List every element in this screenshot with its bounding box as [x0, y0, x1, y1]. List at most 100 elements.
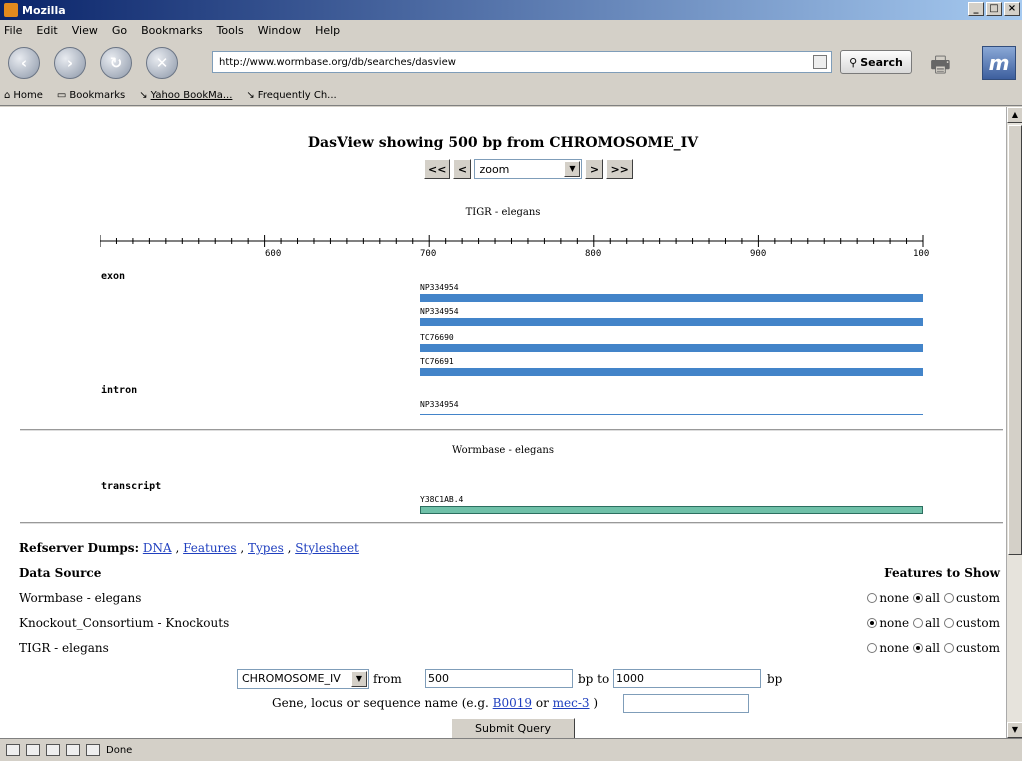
exon-bar[interactable]: [420, 318, 923, 326]
chevron-down-icon: ▼: [564, 161, 581, 177]
radio-button[interactable]: [913, 593, 924, 603]
exon-label: NP334954: [420, 283, 459, 292]
print-icon[interactable]: 🖶: [930, 48, 970, 78]
radio-all[interactable]: all: [913, 641, 940, 655]
zoom-select[interactable]: zoom ▼: [474, 159, 583, 179]
track-divider: [20, 522, 1003, 524]
source-name: Knockout_Consortium - Knockouts: [19, 616, 230, 630]
exon-label: NP334954: [420, 307, 459, 316]
radio-none[interactable]: none: [867, 641, 909, 655]
radio-button[interactable]: [867, 643, 878, 653]
submit-query-button[interactable]: Submit Query: [451, 718, 575, 738]
back-button[interactable]: ‹: [8, 47, 40, 79]
bookmark-bookmarks[interactable]: ▭ Bookmarks: [57, 90, 125, 101]
source-name: TIGR - elegans: [19, 641, 109, 655]
bookmark-frequently[interactable]: ↘ Frequently Ch...: [246, 90, 336, 101]
track-title-tigr: TIGR - elegans: [465, 207, 541, 218]
menu-window[interactable]: Window: [258, 24, 301, 37]
intron-line[interactable]: [420, 414, 923, 415]
radio-custom[interactable]: custom: [943, 641, 1000, 655]
exon-label: TC76690: [420, 333, 454, 342]
example-mec3-link[interactable]: mec-3: [553, 696, 590, 710]
radio-custom[interactable]: custom: [943, 591, 1000, 605]
radio-all[interactable]: all: [913, 591, 940, 605]
vertical-scrollbar[interactable]: ▲ ▼: [1006, 107, 1022, 738]
radio-button[interactable]: [943, 618, 954, 628]
scroll-thumb[interactable]: [1008, 125, 1022, 555]
intron-label: NP334954: [420, 400, 459, 409]
home-icon: ⌂: [4, 90, 11, 101]
exon-bar[interactable]: [420, 294, 923, 302]
forward-button[interactable]: ›: [54, 47, 86, 79]
to-input[interactable]: 1000: [613, 669, 761, 688]
menu-tools[interactable]: Tools: [217, 24, 244, 37]
menu-view[interactable]: View: [72, 24, 98, 37]
dump-types-link[interactable]: Types: [248, 541, 284, 555]
status-bar: Done: [0, 738, 1022, 761]
radio-button[interactable]: [913, 643, 924, 653]
bookmark-home[interactable]: ⌂ Home: [4, 90, 43, 101]
radio-button[interactable]: [943, 643, 954, 653]
mail-icon[interactable]: [26, 744, 40, 756]
pan-far-left-button[interactable]: <<: [424, 159, 451, 179]
scroll-down-icon[interactable]: ▼: [1007, 722, 1022, 738]
chromosome-select[interactable]: CHROMOSOME_IV ▼: [237, 669, 369, 689]
gene-name-input[interactable]: [623, 694, 749, 713]
pan-right-button[interactable]: >: [585, 159, 604, 179]
dump-features-link[interactable]: Features: [183, 541, 236, 555]
navigator-icon[interactable]: [6, 744, 20, 756]
bookmarks-bar: ⌂ Home ▭ Bookmarks ↘ Yahoo BookMa... ↘ Frequ…: [0, 86, 1022, 106]
url-text: http://www.wormbase.org/db/searches/dasv…: [219, 56, 456, 68]
source-radios-wormbase: none all custom: [867, 591, 1000, 605]
track-title-wormbase: Wormbase - elegans: [451, 445, 554, 456]
transcript-bar[interactable]: [420, 506, 923, 514]
stop-button[interactable]: ✕: [146, 47, 178, 79]
close-button[interactable]: ×: [1004, 2, 1020, 16]
composer-icon[interactable]: [66, 744, 80, 756]
scroll-up-icon[interactable]: ▲: [1007, 107, 1022, 123]
radio-button[interactable]: [867, 593, 878, 603]
feature-type-transcript: transcript: [101, 481, 162, 492]
ruler-label: 100: [913, 249, 929, 259]
from-input[interactable]: 500: [425, 669, 573, 688]
reload-button[interactable]: ↻: [100, 47, 132, 79]
pan-left-button[interactable]: <: [453, 159, 472, 179]
radio-custom[interactable]: custom: [943, 616, 1000, 630]
url-dropdown-icon[interactable]: [813, 55, 827, 69]
minimize-button[interactable]: _: [968, 2, 984, 16]
pan-far-right-button[interactable]: >>: [606, 159, 633, 179]
menu-help[interactable]: Help: [315, 24, 340, 37]
radio-none[interactable]: none: [867, 591, 909, 605]
search-button[interactable]: ⚲ Search: [840, 50, 912, 74]
ruler-label: 800: [585, 249, 601, 259]
radio-button[interactable]: [867, 618, 878, 628]
maximize-button[interactable]: □: [986, 2, 1002, 16]
chat-icon[interactable]: [46, 744, 60, 756]
exon-bar[interactable]: [420, 368, 923, 376]
address-book-icon[interactable]: [86, 744, 100, 756]
chevron-down-icon: ▼: [351, 671, 367, 687]
bp-label: bp: [767, 672, 783, 686]
ruler-label: 600: [265, 249, 281, 259]
url-input[interactable]: http://www.wormbase.org/db/searches/dasv…: [212, 51, 832, 73]
menu-edit[interactable]: Edit: [36, 24, 57, 37]
menu-bookmarks[interactable]: Bookmarks: [141, 24, 202, 37]
exon-bar[interactable]: [420, 344, 923, 352]
radio-none[interactable]: none: [867, 616, 909, 630]
menu-file[interactable]: File: [4, 24, 22, 37]
mozilla-icon: [4, 3, 18, 17]
position-ruler: 600 700 800 900 100: [100, 235, 929, 259]
stop-icon: ✕: [155, 54, 169, 72]
radio-all[interactable]: all: [913, 616, 940, 630]
bookmark-yahoo[interactable]: ↘ Yahoo BookMa...: [139, 90, 232, 101]
menu-go[interactable]: Go: [112, 24, 127, 37]
features-header: Features to Show: [884, 566, 1000, 580]
radio-button[interactable]: [943, 593, 954, 603]
example-b0019-link[interactable]: B0019: [493, 696, 532, 710]
dump-stylesheet-link[interactable]: Stylesheet: [295, 541, 359, 555]
folder-icon: ▭: [56, 90, 67, 101]
dump-dna-link[interactable]: DNA: [143, 541, 172, 555]
status-text: Done: [106, 744, 133, 756]
radio-button[interactable]: [913, 618, 924, 628]
bookmark-icon: ↘: [139, 90, 148, 101]
